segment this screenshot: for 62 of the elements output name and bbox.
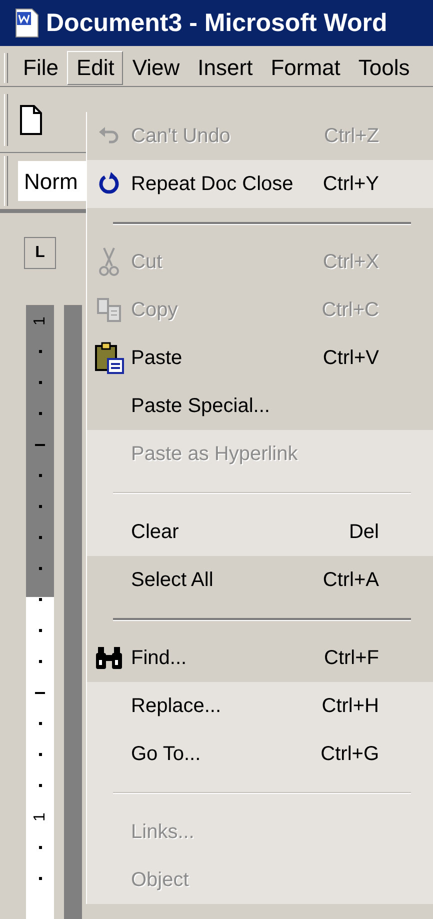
- clipboard-icon: [94, 341, 124, 375]
- ruler-tick: [38, 381, 42, 384]
- scissors-icon: [98, 247, 120, 277]
- shortcut-label: Ctrl+F: [324, 646, 379, 671]
- ruler-tick: [38, 784, 42, 787]
- shortcut-label: Del: [348, 520, 379, 545]
- menu-item-label: Replace...: [131, 694, 222, 719]
- menu-item-label: Can't Undo: [131, 124, 230, 149]
- new-document-icon[interactable]: [20, 104, 42, 134]
- shortcut-label: Ctrl+H: [322, 694, 379, 719]
- menu-item-label: Paste as Hyperlink: [131, 442, 298, 467]
- binoculars-icon: [94, 646, 124, 670]
- menu-item-label: Links...: [131, 820, 194, 845]
- menu-bar-item[interactable]: View: [123, 50, 189, 84]
- undo-icon: [97, 126, 121, 146]
- ruler-tick: [35, 444, 45, 446]
- menu-bar-item[interactable]: Tools: [349, 50, 419, 84]
- menu-bar-item[interactable]: Edit: [67, 50, 124, 84]
- shortcut-label: Ctrl+Z: [324, 124, 379, 149]
- menu-item-label: Go To...: [131, 742, 201, 767]
- menu-item-label: Paste Special...: [131, 394, 270, 419]
- ruler-tick: [38, 877, 42, 880]
- shortcut-label: Ctrl+X: [322, 250, 379, 275]
- ruler-tick: [38, 536, 42, 539]
- menu-item-label: Object: [131, 868, 189, 893]
- shortcut-label: Ctrl+Y: [322, 172, 379, 197]
- shortcut-label: Ctrl+A: [322, 568, 379, 593]
- window-title: Document3 - Microsoft Word: [46, 10, 388, 36]
- ruler-tick: [38, 846, 42, 849]
- tab-selector[interactable]: L: [24, 237, 56, 269]
- menu-item[interactable]: Repeat Doc Close Ctrl+Y: [87, 160, 433, 208]
- ruler-tick: [38, 753, 42, 756]
- menu-bar-item[interactable]: Insert: [188, 50, 262, 84]
- menu-bar-item[interactable]: File: [14, 50, 68, 84]
- document-icon: [14, 8, 40, 38]
- ruler-number: 1: [32, 316, 48, 325]
- copy-icon: [96, 297, 122, 323]
- menu-item-label: Paste: [131, 346, 182, 371]
- ruler-tick: [35, 692, 45, 694]
- ruler-tick: [38, 660, 42, 663]
- menu-bar-item[interactable]: Format: [262, 50, 350, 84]
- menu-item-label: Clear: [131, 520, 179, 545]
- ruler-tick: [38, 350, 42, 353]
- shortcut-label: Ctrl+C: [322, 298, 379, 323]
- ruler-tick: [38, 474, 42, 477]
- menu-item-label: Find...: [131, 646, 187, 671]
- ruler-tick: [38, 505, 42, 508]
- ruler-tick: [38, 412, 42, 415]
- menu-item-label: Cut: [131, 250, 162, 275]
- ruler-tick: [38, 598, 42, 601]
- ruler-tick: [38, 567, 42, 570]
- ruler-tick: [38, 722, 42, 725]
- menu-item[interactable]: Go To... Ctrl+G: [87, 730, 433, 778]
- menu-item-label: Repeat Doc Close: [131, 172, 294, 197]
- shortcut-label: Ctrl+G: [320, 742, 379, 767]
- menu-item-label: Copy: [131, 298, 178, 323]
- menu-item-label: Select All: [131, 568, 214, 593]
- ruler-number: 1: [32, 812, 48, 821]
- menu-item[interactable]: Replace... Ctrl+H: [87, 682, 433, 730]
- shortcut-label: Ctrl+V: [322, 346, 379, 371]
- ruler-tick: [38, 629, 42, 632]
- menu-item[interactable]: Clear Del: [87, 508, 433, 556]
